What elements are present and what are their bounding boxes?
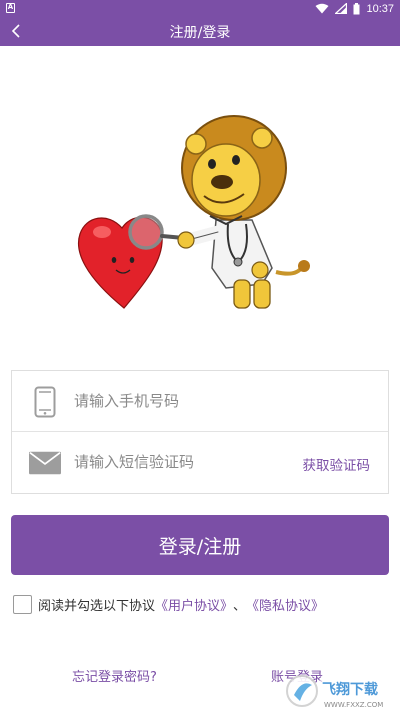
app-notification-icon: A — [6, 3, 15, 13]
phone-icon — [29, 385, 61, 419]
phone-input[interactable] — [74, 385, 294, 417]
lion-character — [177, 115, 310, 309]
privacy-agreement-link[interactable]: 《隐私协议》 — [246, 595, 324, 614]
agreement-separator: 、 — [233, 598, 247, 614]
signal-icon — [335, 3, 348, 14]
login-form: 获取验证码 — [11, 370, 389, 494]
get-code-button[interactable]: 获取验证码 — [303, 454, 371, 474]
page-title: 注册/登录 — [169, 25, 231, 41]
svg-text:WWW.FXXZ.COM: WWW.FXXZ.COM — [324, 701, 383, 709]
app-bar: 注册/登录 — [0, 17, 400, 46]
wifi-icon — [315, 3, 329, 14]
status-icons: 10:37 — [315, 2, 394, 15]
status-bar: A 10:37 — [0, 0, 400, 17]
forgot-password-link[interactable]: 忘记登录密码? — [72, 666, 157, 685]
svg-text:飞翔下载: 飞翔下载 — [322, 681, 378, 698]
user-agreement-link[interactable]: 《用户协议》 — [155, 595, 233, 614]
envelope-icon — [29, 446, 61, 480]
sms-code-row: 获取验证码 — [12, 432, 388, 493]
battery-icon — [353, 2, 360, 14]
magnifier — [128, 214, 186, 250]
agreement-text: 阅读并勾选以下协议 — [38, 598, 156, 614]
login-register-button[interactable]: 登录/注册 — [11, 515, 389, 575]
sms-code-input[interactable] — [74, 446, 294, 478]
agreement-row: 阅读并勾选以下协议 《用户协议》 、 《隐私协议》 — [13, 593, 324, 615]
phone-row — [12, 371, 388, 432]
watermark-logo: 飞翔下载 WWW.FXXZ.COM — [284, 671, 392, 711]
agreement-checkbox[interactable] — [13, 594, 32, 614]
lion-doctor-illustration — [78, 115, 310, 309]
status-time: 10:37 — [366, 2, 394, 15]
